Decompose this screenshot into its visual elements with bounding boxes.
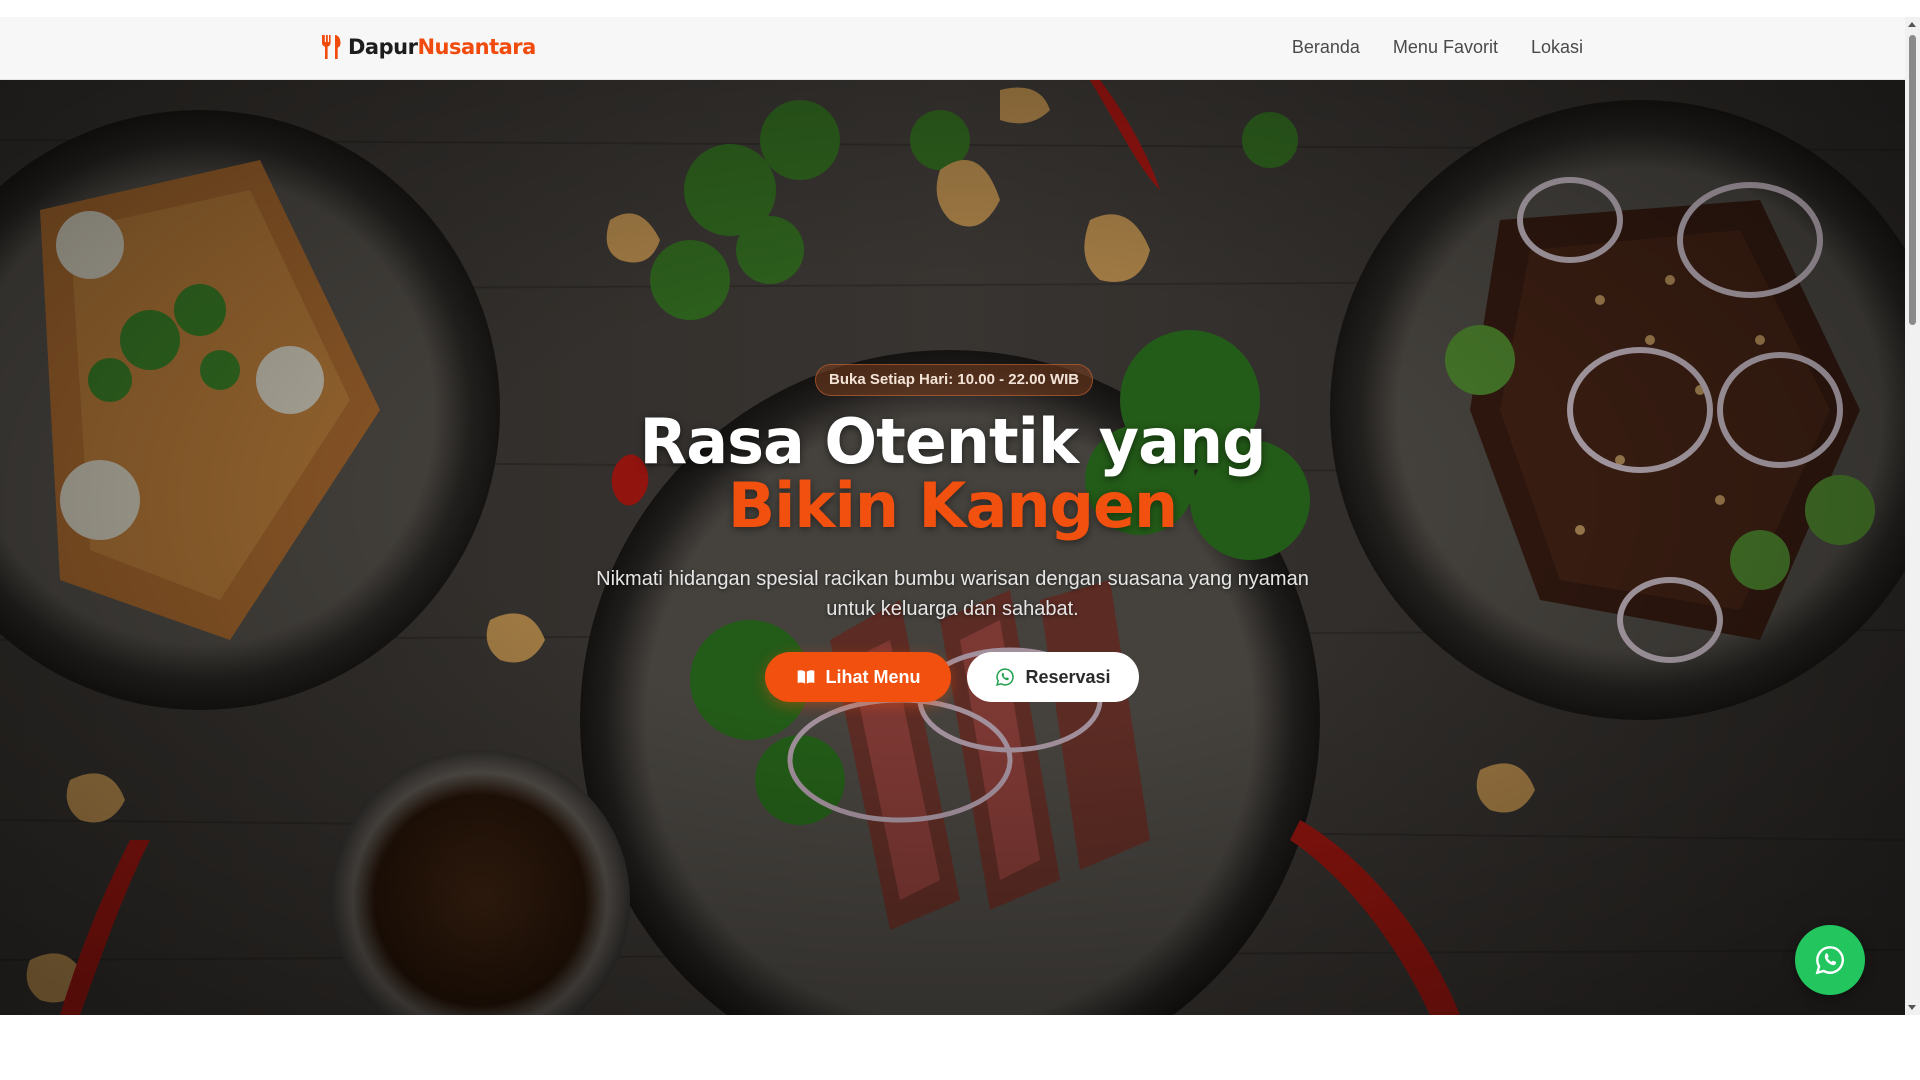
brand-name-part2: Nusantara [417,35,536,59]
view-menu-button[interactable]: Lihat Menu [765,652,951,702]
hero-headline: Rasa Otentik yang Bikin Kangen [0,410,1905,538]
brand-logo[interactable]: DapurNusantara [320,34,536,60]
scroll-up-arrow[interactable] [1908,22,1916,27]
navbar: DapurNusantara Beranda Menu Favorit Loka… [0,17,1905,80]
nav-links: Beranda Menu Favorit Lokasi [1292,37,1583,58]
book-open-icon [797,670,814,684]
nav-link-beranda[interactable]: Beranda [1292,37,1360,58]
view-menu-label: Lihat Menu [825,666,921,687]
page-scrollbar[interactable] [1905,17,1920,1015]
nav-link-lokasi[interactable]: Lokasi [1531,37,1583,58]
brand-name: DapurNusantara [348,35,536,59]
nav-link-menu-favorit[interactable]: Menu Favorit [1393,37,1498,58]
headline-line1: Rasa Otentik yang [639,405,1267,478]
scroll-thumb[interactable] [1909,35,1916,325]
hero-section: Buka Setiap Hari: 10.00 - 22.00 WIB Rasa… [0,80,1905,1015]
headline-line2: Bikin Kangen [727,469,1178,542]
whatsapp-icon [1815,946,1844,975]
reservation-button[interactable]: Reservasi [967,652,1139,702]
hero-background-image [0,80,1905,1015]
hero-subtext: Nikmati hidangan spesial racikan bumbu w… [596,568,1309,620]
utensils-icon [322,35,341,59]
scroll-down-arrow[interactable] [1908,1005,1916,1010]
whatsapp-icon [996,668,1015,686]
browser-viewport: DapurNusantara Beranda Menu Favorit Loka… [0,17,1905,1015]
whatsapp-floating-button[interactable] [1795,925,1865,995]
reservation-label: Reservasi [1025,666,1111,687]
brand-name-part1: Dapur [348,35,418,59]
opening-hours-badge: Buka Setiap Hari: 10.00 - 22.00 WIB [815,364,1094,396]
